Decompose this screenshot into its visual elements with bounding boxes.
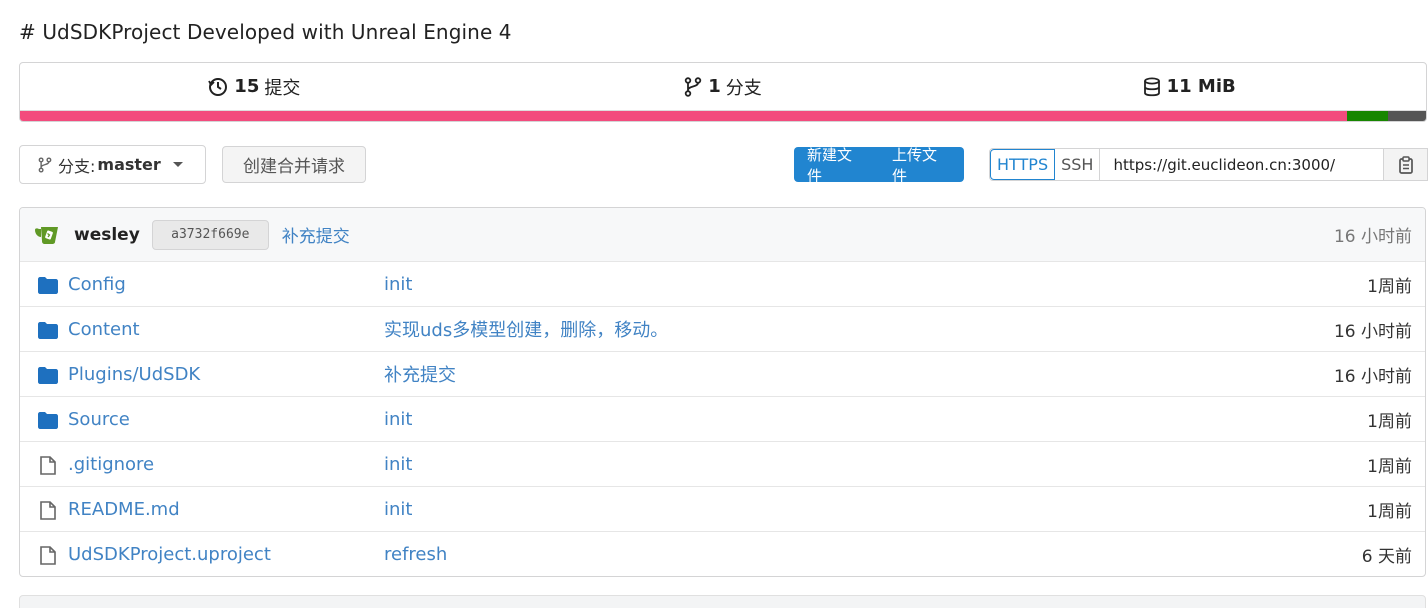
https-button[interactable]: HTTPS	[990, 149, 1056, 180]
repo-size: 11 MiB	[1166, 76, 1236, 97]
file-commit-time: 16 小时前	[1333, 321, 1412, 342]
commits-stat[interactable]: 15 提交	[20, 74, 489, 100]
avatar[interactable]	[34, 224, 64, 246]
file-commit-message[interactable]: init	[384, 454, 412, 475]
branch-icon	[685, 76, 702, 97]
size-stat: 11 MiB	[957, 76, 1426, 97]
ssh-button[interactable]: SSH	[1055, 149, 1101, 180]
branch-dropdown[interactable]: 分支: master	[19, 145, 206, 184]
upload-file-button[interactable]: 上传文件	[879, 146, 964, 185]
commit-author[interactable]: wesley	[74, 225, 140, 245]
new-pull-request-button[interactable]: 创建合并请求	[222, 146, 366, 183]
commit-message[interactable]: 补充提交	[282, 222, 350, 247]
repo-toolbar: 分支: master 创建合并请求 新建文件 上传文件 HTTPS SSH ht…	[19, 145, 1428, 185]
language-segment[interactable]	[1388, 111, 1426, 121]
clipboard-icon	[1399, 155, 1413, 174]
file-commit-time: 16 小时前	[1333, 366, 1412, 387]
file-commit-time: 1周前	[1367, 501, 1412, 522]
folder-icon	[37, 410, 59, 430]
branch-prefix: 分支:	[58, 156, 96, 176]
file-name[interactable]: Source	[68, 409, 130, 430]
history-icon	[208, 77, 228, 96]
file-commit-message[interactable]: 补充提交	[384, 361, 456, 387]
file-commit-time: 1周前	[1367, 456, 1412, 477]
file-name[interactable]: README.md	[68, 499, 180, 520]
file-commit-time: 6 天前	[1361, 547, 1412, 567]
copy-url-button[interactable]	[1384, 149, 1428, 180]
file-row: Source init 1周前	[20, 397, 1425, 442]
language-segment[interactable]	[1347, 111, 1389, 121]
branches-stat[interactable]: 1 分支	[489, 74, 958, 100]
folder-icon	[37, 275, 59, 295]
file-row: README.md init 1周前	[20, 487, 1425, 532]
clone-panel: HTTPS SSH https://git.euclideon.cn:3000/	[989, 148, 1428, 181]
branch-icon	[38, 156, 52, 173]
file-name[interactable]: Content	[68, 319, 140, 340]
folder-icon	[37, 365, 59, 385]
caret-down-icon	[172, 162, 183, 167]
language-bar	[20, 110, 1426, 121]
file-table: wesley a3732f669e 补充提交 16 小时前 Config init…	[19, 207, 1426, 577]
file-name[interactable]: UdSDKProject.uproject	[68, 544, 271, 565]
repo-stats: 15 提交 1 分支 11 MiB	[19, 62, 1427, 122]
file-commit-message[interactable]: 实现uds多模型创建，删除，移动。	[384, 316, 668, 342]
new-file-button[interactable]: 新建文件	[794, 146, 879, 185]
file-commit-message[interactable]: init	[384, 274, 412, 295]
file-row: Content 实现uds多模型创建，删除，移动。 16 小时前	[20, 307, 1425, 352]
file-icon	[37, 545, 59, 565]
file-row: UdSDKProject.uproject refresh 6 天前	[20, 532, 1425, 576]
file-actions: 新建文件 上传文件	[794, 146, 964, 185]
language-segment[interactable]	[20, 111, 1348, 121]
branch-name: master	[97, 155, 161, 174]
file-name[interactable]: Plugins/UdSDK	[68, 364, 200, 385]
file-commit-time: 1周前	[1367, 411, 1412, 432]
commit-time: 16 小时前	[1333, 227, 1412, 247]
latest-commit: wesley a3732f669e 补充提交 16 小时前	[20, 208, 1425, 262]
file-row: Plugins/UdSDK 补充提交 16 小时前	[20, 352, 1425, 397]
file-commit-time: 1周前	[1367, 276, 1412, 297]
file-icon	[37, 500, 59, 520]
branches-count: 1	[708, 76, 721, 97]
file-list: Config init 1周前 Content 实现uds多模型创建，删除，移动。 16 …	[20, 262, 1425, 576]
commit-sha[interactable]: a3732f669e	[151, 219, 269, 250]
file-name[interactable]: .gitignore	[68, 454, 154, 475]
branches-label: 分支	[725, 77, 762, 99]
folder-icon	[37, 320, 59, 340]
file-row: Config init 1周前	[20, 262, 1425, 307]
file-commit-message[interactable]: refresh	[384, 544, 447, 565]
gitea-logo-icon	[35, 226, 58, 244]
file-icon	[37, 455, 59, 475]
file-name[interactable]: Config	[68, 274, 126, 295]
commits-label: 提交	[264, 77, 301, 99]
commits-count: 15	[234, 76, 260, 97]
file-commit-message[interactable]: init	[384, 499, 412, 520]
database-icon	[1143, 77, 1160, 96]
file-commit-message[interactable]: init	[384, 409, 412, 430]
repo-description: # UdSDKProject Developed with Unreal Eng…	[19, 20, 512, 44]
clone-url-input[interactable]: https://git.euclideon.cn:3000/	[1100, 149, 1385, 180]
readme-header	[19, 595, 1426, 608]
file-row: .gitignore init 1周前	[20, 442, 1425, 487]
